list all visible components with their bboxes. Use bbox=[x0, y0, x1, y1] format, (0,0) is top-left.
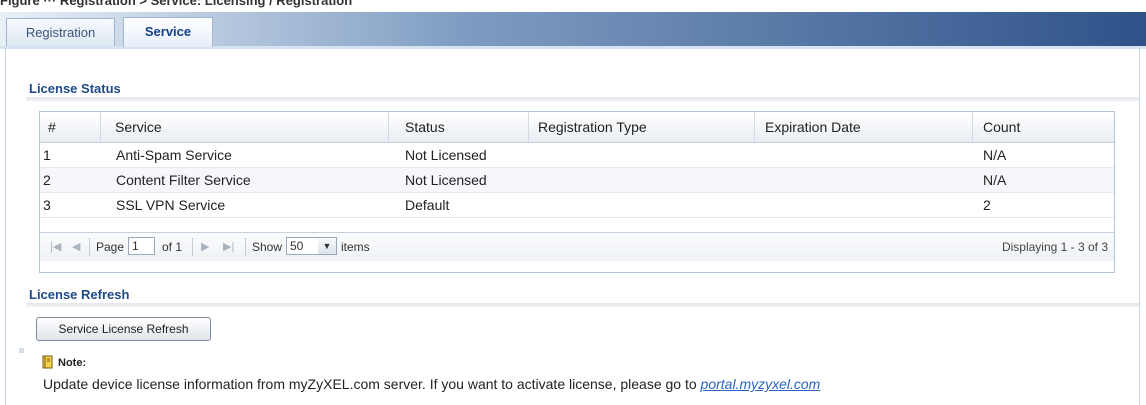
note-label: Note: bbox=[58, 357, 87, 369]
row-status: Not Licensed bbox=[405, 172, 487, 188]
note-icon bbox=[42, 355, 53, 369]
license-status-grid: # Service Status Registration Type Expir… bbox=[39, 111, 1115, 273]
row-status: Default bbox=[405, 197, 450, 213]
next-page-icon[interactable]: ▶ bbox=[201, 240, 209, 253]
column-header-status[interactable]: Status bbox=[389, 112, 529, 142]
page-number-input[interactable]: 1 bbox=[128, 237, 155, 255]
pager-separator bbox=[245, 238, 246, 256]
last-page-icon[interactable]: ▶| bbox=[223, 240, 234, 253]
previous-page-icon[interactable]: ◀ bbox=[72, 240, 80, 253]
page-label: Page bbox=[96, 240, 125, 254]
column-header-count[interactable]: Count bbox=[973, 112, 1114, 142]
row-number: 3 bbox=[43, 197, 51, 213]
side-marker bbox=[19, 348, 24, 353]
license-status-title: License Status bbox=[29, 81, 121, 96]
pager-bar: |◀ ◀ Page 1 of 1 ▶ ▶| Show 50 ▼ items Di… bbox=[40, 232, 1114, 261]
row-service: Content Filter Service bbox=[116, 172, 251, 188]
page-size-select[interactable]: 50 bbox=[286, 237, 319, 255]
figure-caption-text: Figure ··· Registration > Service: Licen… bbox=[0, 0, 353, 8]
column-header-service[interactable]: Service bbox=[101, 112, 389, 142]
chevron-down-icon[interactable]: ▼ bbox=[318, 237, 337, 255]
row-service: Anti-Spam Service bbox=[116, 147, 232, 163]
table-row[interactable]: 3 SSL VPN Service Default 2 bbox=[40, 193, 1114, 218]
pager-separator bbox=[192, 238, 193, 256]
license-refresh-rule bbox=[26, 303, 1139, 307]
row-count: N/A bbox=[983, 147, 1007, 163]
grid-header: # Service Status Registration Type Expir… bbox=[40, 112, 1114, 143]
tab-registration[interactable]: Registration bbox=[6, 18, 115, 46]
service-license-refresh-button[interactable]: Service License Refresh bbox=[36, 317, 211, 341]
column-header-expiration-date[interactable]: Expiration Date bbox=[755, 112, 973, 142]
show-label: Show bbox=[252, 240, 283, 254]
first-page-icon[interactable]: |◀ bbox=[50, 240, 61, 253]
row-service: SSL VPN Service bbox=[116, 197, 226, 213]
row-count: N/A bbox=[983, 172, 1007, 188]
row-number: 2 bbox=[43, 172, 51, 188]
column-header-registration-type[interactable]: Registration Type bbox=[529, 112, 755, 142]
column-header-number[interactable]: # bbox=[40, 112, 101, 142]
note-body: Update device license information from m… bbox=[43, 376, 701, 392]
page-count-label: of 1 bbox=[162, 240, 183, 254]
pager-separator bbox=[89, 238, 90, 256]
license-refresh-title: License Refresh bbox=[29, 287, 130, 302]
items-label: items bbox=[341, 240, 370, 254]
table-row[interactable]: 1 Anti-Spam Service Not Licensed N/A bbox=[40, 143, 1114, 168]
row-status: Not Licensed bbox=[405, 147, 487, 163]
row-number: 1 bbox=[43, 147, 51, 163]
portal-link[interactable]: portal.myzyxel.com bbox=[701, 376, 821, 392]
table-row[interactable]: 2 Content Filter Service Not Licensed N/… bbox=[40, 168, 1114, 193]
row-count: 2 bbox=[983, 197, 991, 213]
note-text: Update device license information from m… bbox=[43, 376, 820, 392]
displaying-count: Displaying 1 - 3 of 3 bbox=[1001, 240, 1108, 254]
tab-service[interactable]: Service bbox=[123, 17, 213, 47]
license-status-rule bbox=[26, 97, 1139, 101]
